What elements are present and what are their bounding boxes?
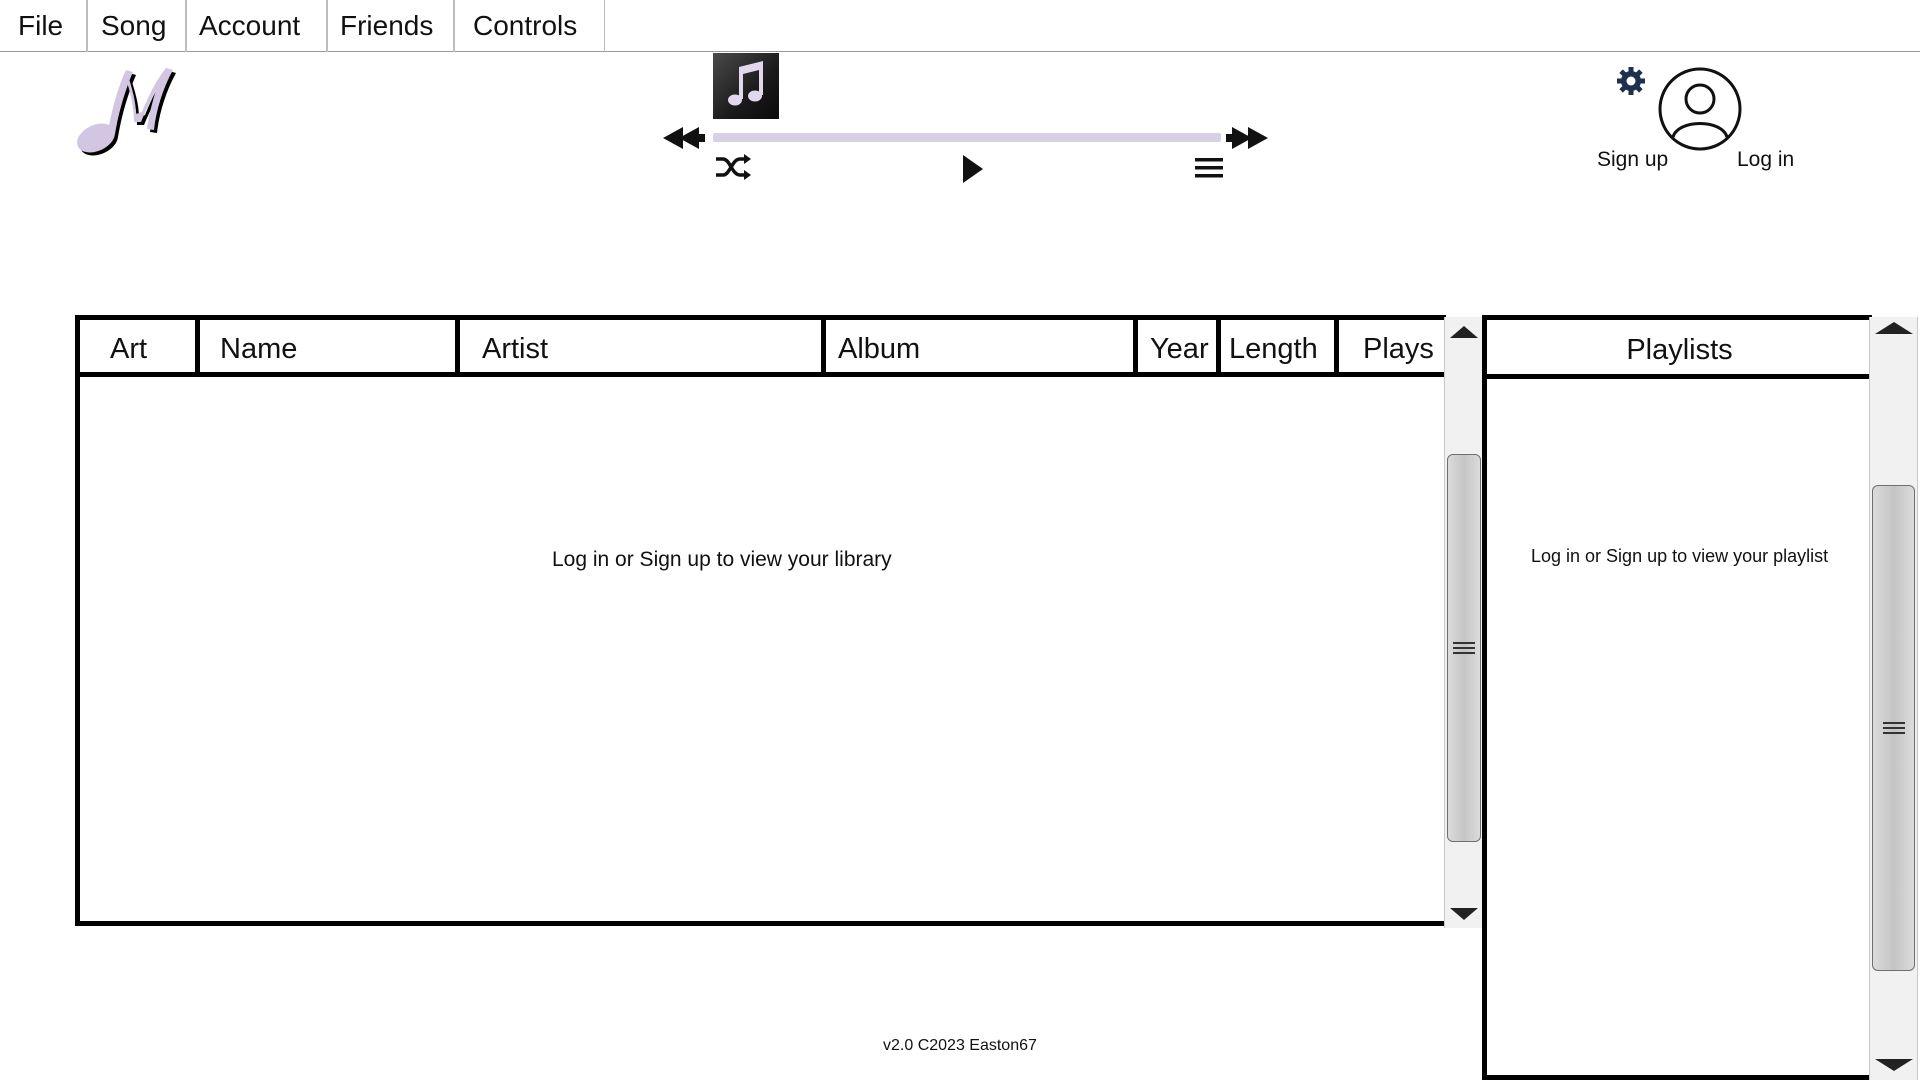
album-art: [713, 53, 779, 119]
next-track-icon[interactable]: [1226, 126, 1268, 150]
version-footer: v2.0 C2023 Easton67: [883, 1037, 1037, 1054]
sign-up-link[interactable]: Sign up: [1597, 148, 1668, 172]
music-note-icon: [728, 61, 763, 106]
column-name[interactable]: Name: [200, 320, 460, 372]
column-year[interactable]: Year: [1138, 320, 1221, 372]
menu-file[interactable]: File: [0, 0, 87, 52]
queue-icon[interactable]: [1195, 157, 1223, 179]
scroll-up-arrow-icon[interactable]: [1450, 326, 1478, 338]
menu-friends[interactable]: Friends: [327, 0, 454, 52]
scroll-down-arrow-icon[interactable]: [1450, 908, 1478, 920]
library-scrollbar[interactable]: [1444, 317, 1484, 928]
playlists-title: Playlists: [1487, 320, 1872, 379]
playlists-scrollbar[interactable]: [1869, 317, 1918, 1080]
library-header: Art Name Artist Album Year Length Plays: [80, 320, 1446, 377]
library-table: Art Name Artist Album Year Length Plays …: [75, 315, 1446, 926]
column-plays[interactable]: Plays: [1339, 320, 1444, 372]
menu-controls[interactable]: Controls: [454, 0, 605, 52]
playlists-empty-message: Log in or Sign up to view your playlist: [1531, 546, 1829, 566]
library-empty-message: Log in or Sign up to view your library: [552, 548, 892, 571]
column-length[interactable]: Length: [1221, 320, 1339, 372]
grip-icon: [1453, 639, 1475, 657]
gear-icon[interactable]: [1616, 66, 1646, 96]
log-in-link[interactable]: Log in: [1737, 148, 1794, 172]
menu-account[interactable]: Account: [186, 0, 327, 52]
playlists-scroll-thumb[interactable]: [1872, 485, 1915, 971]
user-avatar-icon[interactable]: [1658, 67, 1742, 151]
column-artist[interactable]: Artist: [460, 320, 826, 372]
previous-track-icon[interactable]: [663, 126, 705, 150]
shuffle-icon[interactable]: [714, 154, 752, 180]
menu-song[interactable]: Song: [87, 0, 186, 52]
grip-icon: [1882, 719, 1905, 737]
playlists-panel: Playlists Log in or Sign up to view your…: [1482, 315, 1872, 1080]
progress-bar[interactable]: [713, 133, 1221, 142]
play-icon[interactable]: [961, 154, 985, 184]
library-scroll-thumb[interactable]: [1447, 454, 1481, 842]
column-album[interactable]: Album: [826, 320, 1138, 372]
scroll-down-arrow-icon[interactable]: [1874, 1059, 1913, 1071]
app-logo-icon: [77, 68, 176, 156]
scroll-up-arrow-icon[interactable]: [1874, 322, 1913, 334]
menu-bar: File Song Account Friends Controls: [0, 0, 1920, 52]
column-art[interactable]: Art: [80, 320, 200, 372]
